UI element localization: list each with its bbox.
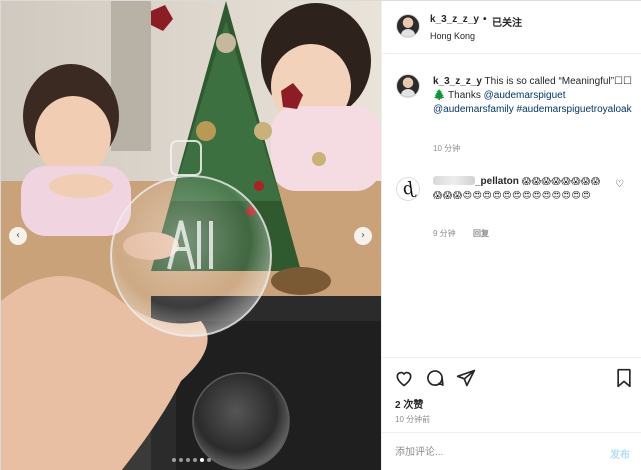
heart-icon (396, 371, 412, 387)
caption-hashtag-royaloak[interactable]: #audemarspiguetroyaloak (517, 104, 632, 115)
comment-icon (427, 370, 444, 386)
caption-tag-audemarsfamily[interactable]: @audemarsfamily (433, 104, 514, 115)
following-button[interactable]: 已关注 (492, 14, 522, 29)
bookmark-icon (617, 368, 631, 388)
post-timestamp[interactable]: 10 分钟前 (395, 414, 430, 425)
author-username[interactable]: k_3_z_z_y (430, 14, 479, 25)
comment-timestamp[interactable]: 9 分钟 (433, 228, 456, 239)
post-actions: 2 次赞 10 分钟前 (382, 357, 641, 439)
comment-input[interactable] (395, 445, 585, 459)
post-caption: k_3_z_z_y This is so called “Meaningful”… (433, 75, 633, 117)
carousel-dot (199, 458, 204, 462)
comment-body: _pellaton 😱😱😱😱😱😱😱😱😱😱😱😍😍😍😍😍😍😍😍😍😍😍😍😍 (433, 175, 603, 203)
comment-button[interactable] (425, 368, 445, 388)
carousel-dot (178, 458, 183, 462)
author-avatar[interactable] (396, 14, 420, 38)
save-button[interactable] (614, 368, 634, 388)
carousel-dot (206, 458, 211, 462)
comments-list[interactable]: k_3_z_z_y This is so called “Meaningful”… (382, 55, 641, 355)
blurred-username (433, 176, 475, 185)
carousel-prev-button[interactable]: ‹ (9, 227, 27, 245)
photo-illustration (1, 1, 381, 470)
post-header: k_3_z_z_y • 已关注 Hong Kong (382, 1, 641, 54)
post-photo[interactable]: ‹ › (1, 1, 381, 470)
carousel-next-button[interactable]: › (354, 227, 372, 245)
caption-username[interactable]: k_3_z_z_y (433, 76, 482, 87)
post-side-panel: k_3_z_z_y • 已关注 Hong Kong k_3_z_z_y This… (381, 1, 641, 470)
commenter-username[interactable]: _pellaton (475, 176, 519, 187)
likes-count[interactable]: 2 次赞 (395, 396, 423, 411)
chevron-right-icon: › (361, 230, 365, 241)
post-comment-button[interactable]: 发布 (610, 446, 630, 461)
instagram-post-dialog: ‹ › k_3_z_z_y • 已关注 Hong Kong k_3_z_z_y … (0, 0, 641, 470)
comment-heart-icon[interactable]: ♡ (615, 179, 624, 190)
carousel-dot (185, 458, 190, 462)
chevron-left-icon: ‹ (16, 230, 20, 241)
share-icon (456, 369, 476, 387)
carousel-dot (192, 458, 197, 462)
comment-reply-button[interactable]: 回复 (473, 228, 489, 239)
post-location[interactable]: Hong Kong (430, 31, 475, 41)
commenter-avatar-glyph: ɖ (401, 177, 415, 200)
carousel-indicator (1, 458, 381, 462)
header-separator: • (483, 14, 487, 25)
caption-timestamp[interactable]: 10 分钟 (433, 143, 460, 154)
caption-author-avatar[interactable] (396, 74, 420, 98)
carousel-dot (171, 458, 176, 462)
commenter-avatar[interactable]: ɖ (396, 177, 420, 201)
caption-tag-audemarspiguet[interactable]: @audemarspiguet (484, 90, 566, 101)
share-button[interactable] (456, 368, 476, 388)
like-button[interactable] (394, 368, 414, 388)
add-comment-bar: 发布 (382, 432, 641, 470)
